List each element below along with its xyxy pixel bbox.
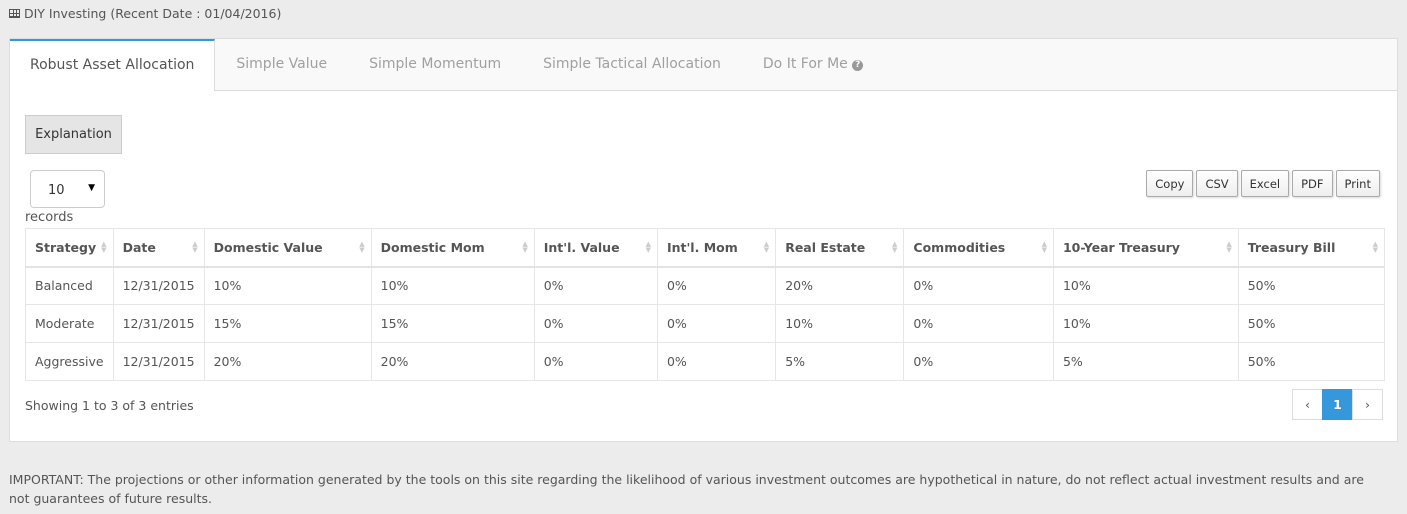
table-cell: 50%	[1237, 304, 1386, 343]
table-cell: 0%	[903, 266, 1054, 305]
column-header[interactable]: Domestic Mom ▲ ▼	[370, 228, 535, 268]
column-header[interactable]: Strategy ▲ ▼	[25, 228, 114, 268]
explanation-button[interactable]: Explanation	[25, 115, 122, 154]
table-cell: 10%	[370, 266, 535, 305]
table-cell: 50%	[1237, 342, 1386, 381]
sort-icon[interactable]: ▲ ▼	[522, 241, 527, 254]
sort-icon[interactable]: ▲ ▼	[1373, 241, 1378, 254]
sort-icon[interactable]: ▲ ▼	[1042, 241, 1047, 254]
column-header[interactable]: Commodities ▲ ▼	[903, 228, 1054, 268]
table-cell: 0%	[656, 304, 777, 343]
column-header[interactable]: Domestic Value ▲ ▼	[203, 228, 372, 268]
table-row: Aggressive 12/31/2015 20% 20% 0% 0% 5% 0% 5% 50%	[25, 342, 1386, 381]
column-header[interactable]: Int'l. Value ▲ ▼	[533, 228, 658, 268]
table-row: Balanced 12/31/2015 10% 10% 0% 0% 20% 0% 10% 50%	[25, 266, 1386, 305]
column-header[interactable]: Date ▲ ▼	[112, 228, 205, 268]
table-cell: 0%	[533, 266, 658, 305]
table-cell: 10%	[1052, 304, 1239, 343]
table-cell: 10%	[1052, 266, 1239, 305]
column-header-label: Treasury Bill	[1247, 239, 1336, 255]
table-cell: 0%	[533, 342, 658, 381]
table-cell: 0%	[903, 304, 1054, 343]
sort-icon[interactable]: ▲ ▼	[1226, 241, 1231, 254]
table-cell: Moderate	[25, 304, 114, 343]
question-circle-icon[interactable]: ?	[852, 60, 864, 71]
page-header: DIY Investing (Recent Date : 01/04/2016)	[9, 6, 281, 21]
pdf-button[interactable]: PDF	[1292, 170, 1333, 197]
table-cell: 0%	[656, 266, 777, 305]
table-icon	[9, 9, 20, 18]
column-header-label: 10-Year Treasury	[1062, 239, 1180, 255]
table-cell: 0%	[656, 342, 777, 381]
tab-label: Do It For Me	[762, 56, 848, 72]
tab-robust-asset-allocation[interactable]: Robust Asset Allocation	[10, 39, 216, 91]
disclaimer: IMPORTANT: The projections or other info…	[9, 472, 1364, 506]
table-cell: 12/31/2015	[112, 304, 205, 343]
column-header-label: Int'l. Value	[543, 239, 620, 255]
table-cell: 20%	[775, 266, 905, 305]
table-row: Moderate 12/31/2015 15% 15% 0% 0% 10% 0% 10% 50%	[25, 304, 1386, 343]
sort-icon[interactable]: ▲ ▼	[101, 241, 106, 254]
table-cell: Balanced	[25, 266, 114, 305]
table-cell: 10%	[203, 266, 372, 305]
column-header[interactable]: 10-Year Treasury ▲ ▼	[1052, 228, 1239, 268]
tab-simple-tactical-allocation[interactable]: Simple Tactical Allocation	[522, 39, 742, 90]
allocation-table: Strategy ▲ ▼ Date ▲ ▼ Domestic Value ▲ ▼ Domestic…	[25, 228, 1386, 381]
copy-button[interactable]: Copy	[1146, 170, 1194, 197]
sort-icon[interactable]: ▲ ▼	[192, 241, 197, 254]
table-cell: 0%	[533, 304, 658, 343]
csv-button[interactable]: CSV	[1196, 170, 1238, 197]
tab-simple-value[interactable]: Simple Value	[215, 39, 348, 90]
column-header-label: Domestic Value	[213, 239, 323, 255]
column-header-label: Domestic Mom	[380, 239, 485, 255]
records-label: records	[25, 210, 74, 225]
tab-do-it-for-me[interactable]: Do It For Me ?	[742, 39, 884, 90]
excel-button[interactable]: Excel	[1240, 170, 1290, 197]
table-cell: 0%	[903, 342, 1054, 381]
tab-bar: Robust Asset Allocation Simple Value Sim…	[10, 39, 1397, 91]
column-header-label: Strategy	[35, 239, 97, 255]
table-cell: 5%	[775, 342, 905, 381]
table-cell: 12/31/2015	[112, 266, 205, 305]
sort-icon[interactable]: ▲ ▼	[764, 241, 769, 254]
column-header-label: Commodities	[913, 239, 1006, 255]
column-header[interactable]: Int'l. Mom ▲ ▼	[656, 228, 777, 268]
export-buttons: Copy CSV Excel PDF Print	[1146, 170, 1380, 197]
caret-down-icon: ▼	[88, 183, 95, 193]
print-button[interactable]: Print	[1335, 170, 1380, 197]
table-cell: 15%	[203, 304, 372, 343]
table-cell: 20%	[370, 342, 535, 381]
sort-icon[interactable]: ▲ ▼	[646, 241, 651, 254]
column-header[interactable]: Treasury Bill ▲ ▼	[1237, 228, 1386, 268]
column-header[interactable]: Real Estate ▲ ▼	[775, 228, 905, 268]
table-cell: 20%	[203, 342, 372, 381]
table-cell: 5%	[1052, 342, 1239, 381]
table-info: Showing 1 to 3 of 3 entries	[25, 398, 194, 413]
records-per-page-select[interactable]: 10 ▼	[30, 170, 105, 208]
select-value: 10	[48, 183, 65, 198]
page-title: DIY Investing (Recent Date : 01/04/2016)	[24, 6, 282, 21]
column-header-label: Date	[122, 239, 156, 255]
prev-page-button[interactable]: ‹	[1292, 389, 1323, 420]
pagination: ‹ 1 ›	[1292, 389, 1383, 420]
table-cell: Aggressive	[25, 342, 114, 381]
page-1-button[interactable]: 1	[1322, 389, 1353, 420]
sort-icon[interactable]: ▲ ▼	[359, 241, 364, 254]
tab-simple-momentum[interactable]: Simple Momentum	[348, 39, 522, 90]
column-header-label: Int'l. Mom	[666, 239, 738, 255]
table-cell: 15%	[370, 304, 535, 343]
column-header-label: Real Estate	[785, 239, 866, 255]
next-page-button[interactable]: ›	[1352, 389, 1383, 420]
table-cell: 50%	[1237, 266, 1386, 305]
table-cell: 10%	[775, 304, 905, 343]
table-cell: 12/31/2015	[112, 342, 205, 381]
tab-panel: Robust Asset Allocation Simple Value Sim…	[9, 38, 1398, 442]
sort-icon[interactable]: ▲ ▼	[892, 241, 897, 254]
